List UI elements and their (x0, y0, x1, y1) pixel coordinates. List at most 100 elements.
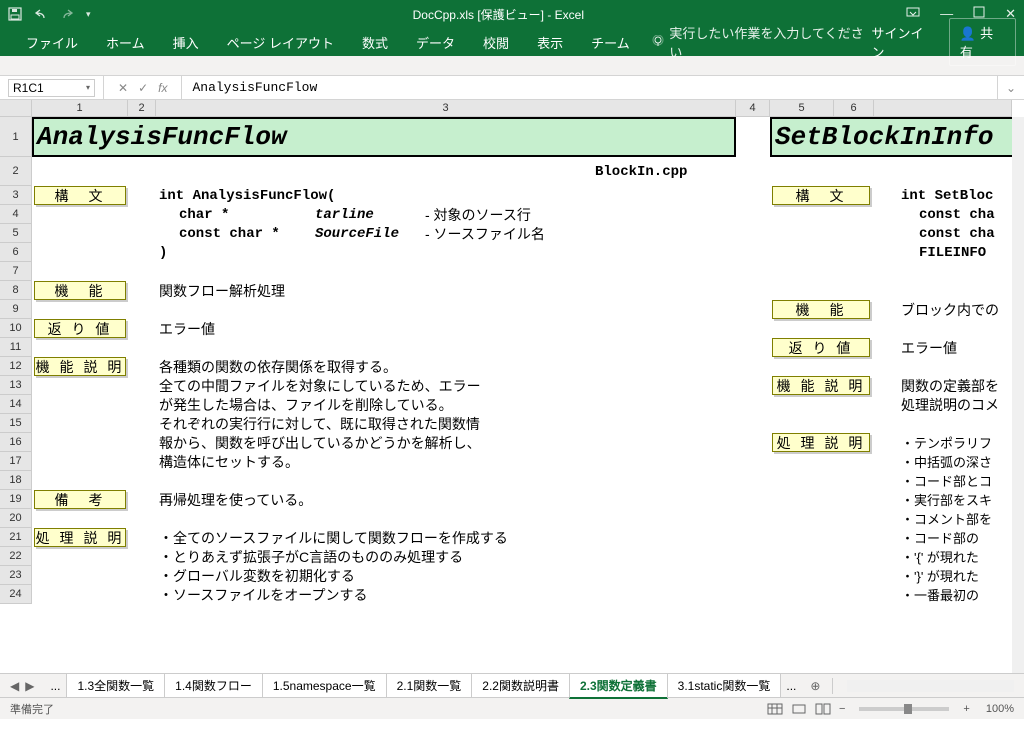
row-header[interactable]: 11 (0, 338, 32, 357)
cell[interactable]: 各種類の関数の依存関係を取得する。 (156, 357, 400, 376)
row-header[interactable]: 22 (0, 547, 32, 566)
cell[interactable]: エラー値 (898, 338, 960, 357)
view-layout-icon[interactable] (791, 703, 807, 715)
enter-formula-icon[interactable]: ✓ (138, 81, 148, 95)
formula-expand-icon[interactable]: ⌄ (997, 76, 1024, 99)
cell[interactable]: 再帰処理を使っている。 (156, 490, 315, 509)
cell[interactable]: が発生した場合は、ファイルを削除している。 (156, 395, 456, 414)
cell[interactable]: ブロック内での (898, 300, 1002, 319)
col-header[interactable]: 2 (128, 100, 156, 117)
zoom-slider[interactable] (859, 707, 949, 711)
tabs-ellipsis[interactable]: ... (780, 679, 802, 693)
label-procdesc[interactable]: 処 理 説 明 (34, 528, 126, 547)
cell[interactable]: const char * (176, 224, 283, 243)
sheet-tab[interactable]: 1.5namespace一覧 (262, 673, 387, 698)
cell[interactable]: 処理説明のコメ (898, 395, 1002, 414)
cell[interactable]: int AnalysisFuncFlow( (156, 186, 338, 205)
label-syntax[interactable]: 構 文 (772, 186, 870, 205)
row-header[interactable]: 16 (0, 433, 32, 452)
row-header[interactable]: 8 (0, 281, 32, 300)
row-header[interactable]: 3 (0, 186, 32, 205)
view-normal-icon[interactable] (767, 703, 783, 715)
signin-link[interactable]: サインイン (871, 23, 948, 61)
cell[interactable]: ・コメント部を (898, 509, 995, 528)
cell[interactable]: BlockIn.cpp (592, 157, 690, 186)
tab-nav-next-icon[interactable]: ▶ (25, 679, 34, 693)
label-retval[interactable]: 返 り 値 (772, 338, 870, 357)
col-header[interactable]: 4 (736, 100, 770, 117)
minimize-icon[interactable]: — (940, 6, 953, 22)
vertical-scrollbar[interactable] (1012, 117, 1024, 673)
tab-home[interactable]: ホーム (92, 33, 159, 52)
add-sheet-icon[interactable]: ⊕ (802, 679, 828, 693)
cell[interactable]: ・ソースファイルをオープンする (156, 585, 370, 604)
cell[interactable]: char * (176, 205, 232, 224)
tab-formulas[interactable]: 数式 (348, 33, 402, 52)
label-procdesc[interactable]: 処 理 説 明 (772, 433, 870, 452)
row-header[interactable]: 10 (0, 319, 32, 338)
maximize-icon[interactable] (973, 6, 985, 22)
tab-insert[interactable]: 挿入 (159, 33, 213, 52)
save-icon[interactable] (8, 7, 22, 21)
sheet-tab[interactable]: 1.3全関数一覧 (66, 673, 165, 698)
row-header[interactable]: 12 (0, 357, 32, 376)
col-header[interactable] (874, 100, 1012, 117)
row-header[interactable]: 15 (0, 414, 32, 433)
label-note[interactable]: 備 考 (34, 490, 126, 509)
row-header[interactable]: 2 (0, 157, 32, 186)
cell[interactable]: ・実行部をスキ (898, 490, 995, 509)
cell[interactable]: ・全てのソースファイルに関して関数フローを作成する (156, 528, 511, 547)
cell[interactable]: 関数の定義部を (898, 376, 1002, 395)
cell[interactable]: ・テンポラリフ (898, 433, 995, 452)
row-header[interactable]: 19 (0, 490, 32, 509)
col-header[interactable]: 1 (32, 100, 128, 117)
share-button[interactable]: 👤共有 (949, 18, 1016, 66)
label-syntax[interactable]: 構 文 (34, 186, 126, 205)
qat-dropdown-icon[interactable]: ▾ (86, 9, 91, 20)
undo-icon[interactable] (34, 8, 48, 20)
sheet-tab[interactable]: 2.1関数一覧 (386, 673, 473, 698)
zoom-value[interactable]: 100% (986, 703, 1014, 715)
sheet-tab-active[interactable]: 2.3関数定義書 (569, 673, 668, 699)
cell[interactable]: - 対象のソース行 (422, 205, 534, 224)
sheet-tab[interactable]: 2.2関数説明書 (471, 673, 570, 698)
cell[interactable]: ・とりあえず拡張子がC言語のもののみ処理する (156, 547, 466, 566)
cell[interactable]: ・コード部とコ (898, 471, 995, 490)
row-header[interactable]: 23 (0, 566, 32, 585)
cell[interactable]: エラー値 (156, 319, 218, 338)
tab-view[interactable]: 表示 (523, 33, 577, 52)
row-header[interactable]: 21 (0, 528, 32, 547)
tabs-ellipsis[interactable]: ... (44, 679, 66, 693)
title-cell[interactable]: SetBlockInInfo (770, 117, 1024, 157)
row-header[interactable]: 14 (0, 395, 32, 414)
label-func[interactable]: 機 能 (34, 281, 126, 300)
tab-team[interactable]: チーム (577, 33, 644, 52)
cell[interactable]: FILEINFO (916, 243, 989, 262)
close-icon[interactable]: ✕ (1005, 6, 1016, 22)
cell[interactable]: - ソースファイル名 (422, 224, 548, 243)
label-func[interactable]: 機 能 (772, 300, 870, 319)
col-header[interactable]: 6 (834, 100, 874, 117)
cell[interactable]: const cha (916, 224, 998, 243)
row-header[interactable]: 1 (0, 117, 32, 157)
cell[interactable]: それぞれの実行行に対して、既に取得された関数情 (156, 414, 483, 433)
row-header[interactable]: 24 (0, 585, 32, 604)
row-header[interactable]: 9 (0, 300, 32, 319)
name-box[interactable]: R1C1▾ (8, 79, 95, 97)
label-funcdesc[interactable]: 機 能 説 明 (772, 376, 870, 395)
ribbon-options-icon[interactable] (906, 6, 920, 22)
label-retval[interactable]: 返 り 値 (34, 319, 126, 338)
cell[interactable]: 全ての中間ファイルを対象にしているため、エラー (156, 376, 484, 395)
row-header[interactable]: 6 (0, 243, 32, 262)
row-header[interactable]: 7 (0, 262, 32, 281)
cell[interactable]: const cha (916, 205, 998, 224)
row-header[interactable]: 20 (0, 509, 32, 528)
zoom-out-icon[interactable]: − (839, 703, 845, 715)
cell[interactable]: ・'{' が現れた (898, 547, 982, 566)
cell[interactable]: 関数フロー解析処理 (156, 281, 288, 300)
row-header[interactable]: 4 (0, 205, 32, 224)
tell-me-input[interactable]: 実行したい作業を入力してください (652, 23, 872, 61)
row-header[interactable]: 17 (0, 452, 32, 471)
tab-nav-prev-icon[interactable]: ◀ (10, 679, 19, 693)
tab-data[interactable]: データ (402, 33, 469, 52)
